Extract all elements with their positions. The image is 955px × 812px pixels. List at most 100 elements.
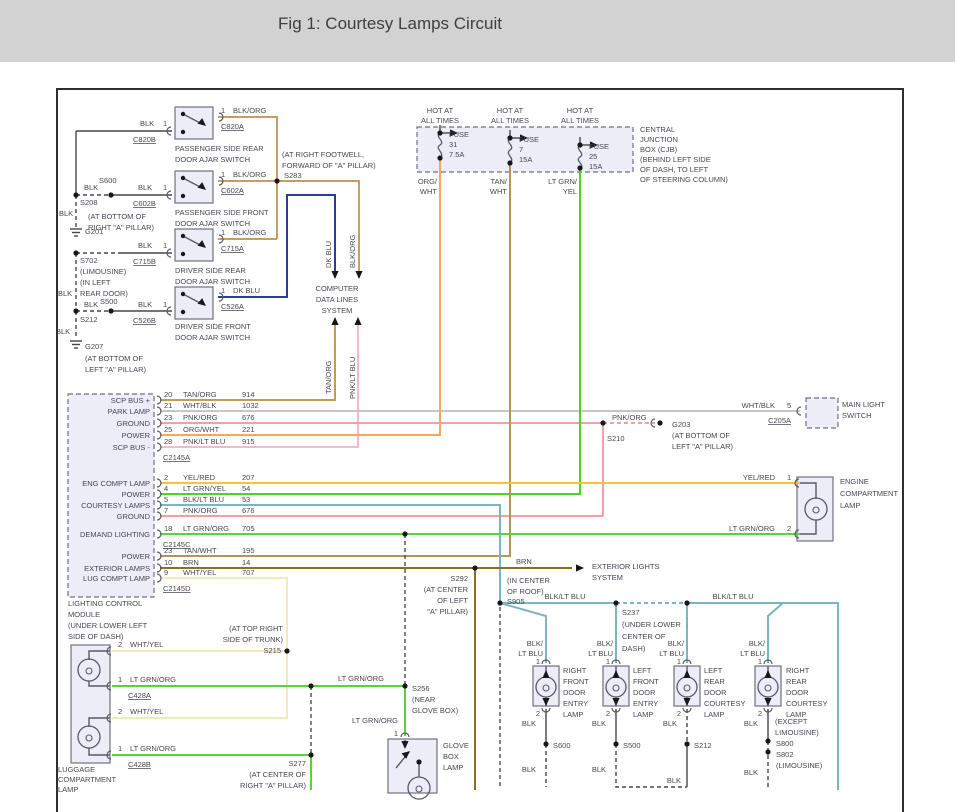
diagram-label: DOOR	[633, 688, 656, 697]
diagram-label: 15A	[519, 155, 532, 164]
diagram-label: SWITCH	[842, 411, 872, 420]
diagram-label: TAN/ORG	[183, 390, 217, 399]
diagram-label: BLK/LT BLU	[545, 592, 586, 601]
connector-link[interactable]: C2145D	[163, 584, 191, 593]
splice-dot	[684, 741, 689, 746]
switch-contact-icon	[181, 176, 185, 180]
splice-dot	[657, 420, 662, 425]
diagram-label: YEL	[563, 187, 577, 196]
diagram-label: WHT/YEL	[130, 707, 163, 716]
connector-link[interactable]: C715A	[221, 244, 244, 253]
splice-dot	[472, 565, 477, 570]
splice-dot	[274, 178, 279, 183]
diagram-label: 1	[758, 657, 762, 666]
diagram-label: CENTER OF	[622, 632, 666, 641]
diagram-label: OF LEFT	[437, 596, 468, 605]
diagram-label: LAMP	[840, 501, 860, 510]
diagram-label: LAMP	[633, 710, 653, 719]
diagram-label: S208	[80, 198, 98, 207]
connector-link[interactable]: C602B	[133, 199, 156, 208]
diagram-label: G201	[85, 227, 103, 236]
diagram-label: S802	[776, 750, 794, 759]
diagram-label: (AT CENTER	[424, 585, 469, 594]
connector-link[interactable]: C715B	[133, 257, 156, 266]
connector-link[interactable]: C2145A	[163, 453, 190, 462]
splice-dot	[308, 683, 313, 688]
diagram-label: ENGINE	[840, 477, 869, 486]
splice-dot	[402, 531, 407, 536]
diagram-label: BLK/LT BLU	[713, 592, 754, 601]
diagram-label: LAMP	[704, 710, 724, 719]
diagram-label: REAR	[786, 677, 807, 686]
diagram-label: BLK	[522, 765, 536, 774]
diagram-label: 5	[164, 495, 168, 504]
diagram-label: (EXCEPT	[775, 717, 808, 726]
diagram-label: REAR	[704, 677, 725, 686]
diagram-label: JUNCTION	[640, 135, 678, 144]
diagram-label: RIGHT "A" PILLAR)	[240, 781, 307, 790]
diagram-label: POWER	[122, 431, 151, 440]
diagram-label: BOX (CJB)	[640, 145, 678, 154]
diagram-label: 53	[242, 495, 250, 504]
diagram-label: PARK LAMP	[108, 407, 150, 416]
diagram-label: (AT BOTTOM OF	[85, 354, 143, 363]
diagram-label: FRONT	[563, 677, 589, 686]
connector-link[interactable]: C428B	[128, 760, 151, 769]
diagram-label: 1	[163, 119, 167, 128]
splice-dot	[73, 250, 78, 255]
diagram-label: COURTESY LAMPS	[81, 501, 150, 510]
diagram-label: 9	[164, 568, 168, 577]
connector-link[interactable]: C602A	[221, 186, 244, 195]
diagram-label: 2	[677, 709, 681, 718]
connector-pin-icon	[157, 407, 161, 415]
diagram-label: S210	[607, 434, 625, 443]
connector-link[interactable]: C428A	[128, 691, 151, 700]
diagram-label: MODULE	[68, 610, 100, 619]
diagram-label: BLK	[138, 183, 152, 192]
splice-dot	[600, 420, 605, 425]
connector-pin-icon	[157, 552, 161, 560]
box-passenger-front-ajar-switch	[175, 171, 213, 203]
diagram-label: 1	[677, 657, 681, 666]
connector-link[interactable]: C526A	[221, 302, 244, 311]
diagram-label: PASSENGER SIDE REAR	[175, 144, 264, 153]
connector-link[interactable]: C526B	[133, 316, 156, 325]
connector-link[interactable]: C820B	[133, 135, 156, 144]
diagram-label: COMPARTMENT	[58, 775, 116, 784]
diagram-label: DK BLU	[324, 241, 333, 268]
diagram-label: BLK/	[668, 639, 685, 648]
diagram-label: 1	[394, 729, 398, 738]
switch-contact-icon	[181, 112, 185, 116]
diagram-label: COURTESY	[704, 699, 746, 708]
splice-dot	[73, 192, 78, 197]
diagram-label: WHT/BLK	[183, 401, 216, 410]
diagram-label: (AT BOTTOM OF	[672, 431, 730, 440]
connector-link[interactable]: C820A	[221, 122, 244, 131]
diagram-label: DASH)	[622, 644, 646, 653]
diagram-label: DOOR	[563, 688, 586, 697]
diagram-label: 676	[242, 413, 255, 422]
diagram-label: EXTERIOR LAMPS	[84, 564, 150, 573]
splice-dot	[765, 749, 770, 754]
diagram-label: 7.5A	[449, 150, 464, 159]
diagram-label: DOOR AJAR SWITCH	[175, 219, 250, 228]
splice-dot	[613, 600, 618, 605]
arrow-icon	[355, 271, 362, 279]
diagram-label: 5	[787, 401, 791, 410]
diagram-label: FUSE	[449, 130, 469, 139]
connector-link[interactable]: C205A	[768, 416, 791, 425]
diagram-label: BLK	[663, 719, 677, 728]
diagram-label: 1	[163, 241, 167, 250]
diagram-label: 707	[242, 568, 255, 577]
diagram-label: 914	[242, 390, 255, 399]
diagram-label: HOT AT	[497, 106, 524, 115]
diagram-label: S500	[623, 741, 641, 750]
diagram-label: 25	[164, 425, 172, 434]
diagram-label: WHT	[420, 187, 437, 196]
box-driver-rear-ajar-switch	[175, 229, 213, 261]
diagram-label: RIGHT	[563, 666, 587, 675]
diagram-label: HOT AT	[427, 106, 454, 115]
wiring-diagram: BLK1C820B1BLK/ORGC820APASSENGER SIDE REA…	[58, 90, 902, 812]
diagram-label: LT GRN/ORG	[338, 674, 384, 683]
diagram-label: LAMP	[58, 785, 78, 794]
